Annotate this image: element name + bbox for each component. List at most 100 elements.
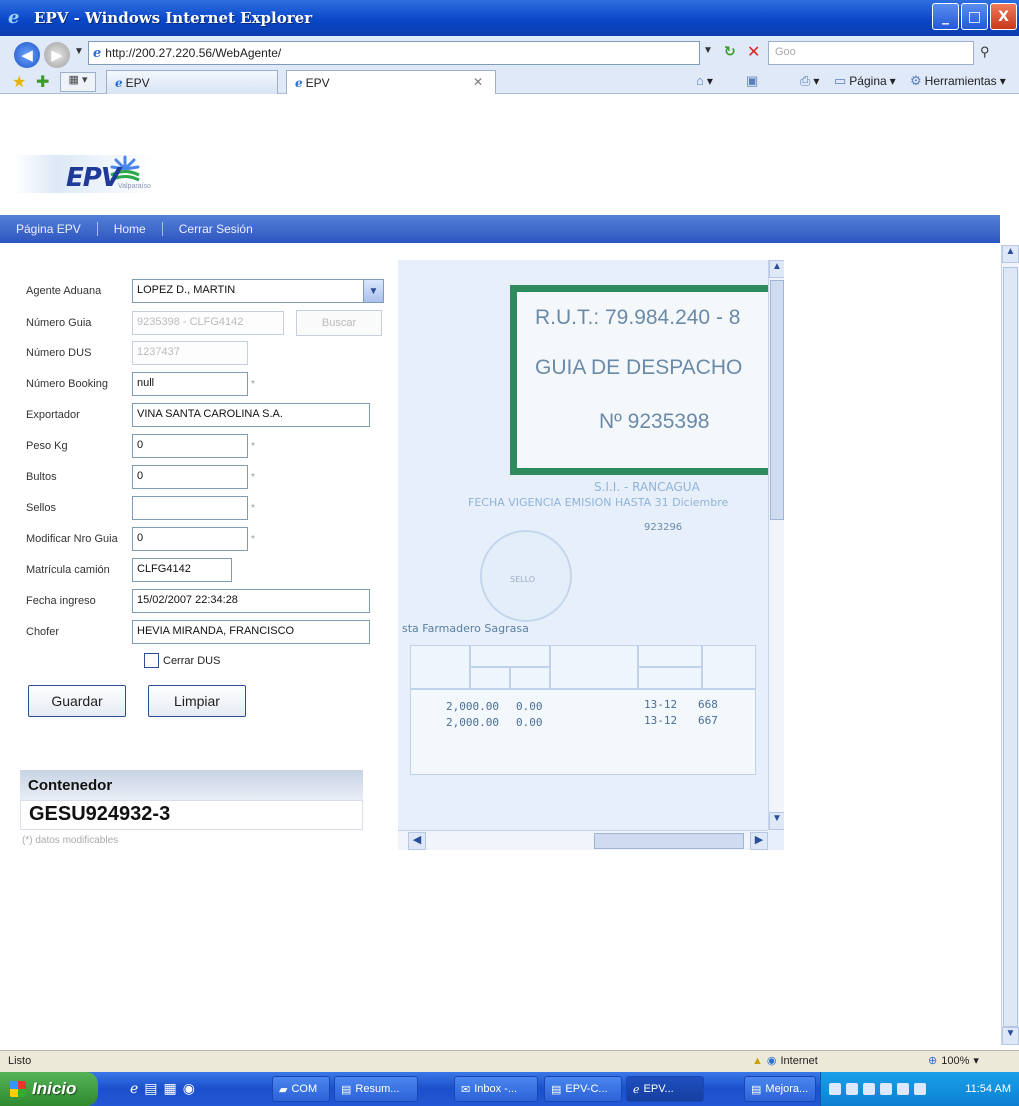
task-resum[interactable]: ▤ Resum...	[334, 1076, 418, 1102]
tray-volume-icon[interactable]	[863, 1083, 875, 1095]
document-rut: R.U.T.: 79.984.240 - 8	[535, 306, 741, 329]
lock-icon: ▲	[752, 1054, 763, 1067]
nav-pagina-epv[interactable]: Página EPV	[0, 222, 98, 236]
address-input[interactable]: e http://200.27.220.56/WebAgente/	[88, 41, 700, 65]
task-epv-c[interactable]: ▤ EPV-C...	[544, 1076, 622, 1102]
back-button[interactable]: ◀	[14, 42, 40, 68]
scroll-thumb[interactable]	[770, 280, 784, 520]
tray-update-icon[interactable]	[897, 1083, 909, 1095]
favorites-star-icon[interactable]: ★	[12, 72, 26, 92]
label-exportador: Exportador	[26, 409, 80, 421]
page-menu-label: Página	[849, 74, 887, 88]
document-vigencia: FECHA VIGENCIA EMISION HASTA 31 Diciembr…	[468, 496, 729, 509]
task-inbox[interactable]: ✉ Inbox -...	[454, 1076, 538, 1102]
address-dropdown-icon[interactable]: ▼	[703, 45, 713, 56]
contenedor-value: GESU924932-3	[20, 800, 363, 830]
doc-icon: ▤	[341, 1083, 352, 1096]
tray-network-icon[interactable]	[829, 1083, 841, 1095]
zoom-control[interactable]: ⊕ 100% ▾	[928, 1054, 979, 1068]
mail-icon: ✉	[461, 1083, 471, 1096]
numero-dus-field: 1237437	[132, 341, 248, 365]
tray-antivirus-icon[interactable]	[880, 1083, 892, 1095]
bultos-input[interactable]: 0	[132, 465, 248, 489]
guardar-button[interactable]: Guardar	[28, 685, 126, 717]
scroll-right-icon[interactable]: ▶	[750, 832, 768, 850]
task-label: Mejora...	[765, 1083, 809, 1095]
agente-aduana-select[interactable]: LOPEZ D., MARTIN ▼	[132, 279, 384, 303]
security-zone[interactable]: ▲ ◉ Internet	[752, 1054, 818, 1068]
task-epv[interactable]: ℯ EPV...	[626, 1076, 704, 1102]
document-row-num: 667	[698, 714, 718, 727]
scroll-up-icon[interactable]: ▲	[769, 260, 784, 278]
viewer-vertical-scrollbar[interactable]: ▲ ▼	[768, 260, 784, 830]
feeds-button[interactable]: ▣	[746, 73, 758, 89]
home-button[interactable]: ⌂ ▾	[696, 73, 713, 88]
scroll-up-icon[interactable]: ▲	[1002, 245, 1019, 263]
site-logo[interactable]: EPV	[66, 163, 121, 193]
viewer-horizontal-scrollbar[interactable]: ◀ ▶	[398, 830, 768, 850]
tab-epv-1[interactable]: e EPV	[106, 70, 278, 94]
media-quicklaunch-icon[interactable]: ◉	[183, 1080, 195, 1097]
scroll-down-icon[interactable]: ▼	[1002, 1027, 1019, 1045]
start-button[interactable]: Inicio	[0, 1072, 98, 1106]
chofer-field[interactable]: HEVIA MIRANDA, FRANCISCO	[132, 620, 370, 644]
tray-messenger-icon[interactable]	[914, 1083, 926, 1095]
task-label: Inbox -...	[474, 1083, 518, 1095]
tools-menu[interactable]: ⚙ Herramientas ▾	[910, 73, 1006, 89]
numero-booking-input[interactable]: null	[132, 372, 248, 396]
nav-home[interactable]: Home	[98, 222, 163, 236]
cerrar-dus-label: Cerrar DUS	[163, 654, 221, 667]
stop-icon[interactable]: ✕	[747, 42, 760, 61]
scroll-thumb[interactable]	[1003, 267, 1018, 1027]
task-mejora[interactable]: ▤ Mejora...	[744, 1076, 816, 1102]
refresh-icon[interactable]: ↻	[724, 44, 736, 60]
windows-flag-icon	[10, 1081, 26, 1097]
minimize-button[interactable]: _	[932, 3, 959, 30]
history-dropdown-icon[interactable]: ▼	[74, 46, 84, 57]
add-favorites-icon[interactable]: ✚	[36, 72, 49, 92]
modificar-nro-guia-input[interactable]: 0	[132, 527, 248, 551]
task-label: EPV...	[643, 1083, 674, 1095]
ie-quicklaunch-icon[interactable]: ℯ	[130, 1080, 138, 1097]
tab-epv-2[interactable]: e EPV ✕	[286, 70, 496, 94]
nav-cerrar-sesion[interactable]: Cerrar Sesión	[163, 222, 269, 236]
peso-kg-input[interactable]: 0	[132, 434, 248, 458]
page-menu[interactable]: ▭ Página ▾	[834, 73, 896, 89]
exportador-field[interactable]: VINA SANTA CAROLINA S.A.	[132, 403, 370, 427]
label-modificar-nro-guia: Modificar Nro Guia	[26, 533, 118, 545]
scroll-thumb[interactable]	[594, 833, 744, 849]
address-toolbar: ◀ ▶ ▼ e http://200.27.220.56/WebAgente/ …	[0, 36, 1019, 94]
document-viewer[interactable]: R.U.T.: 79.984.240 - 8 GUIA DE DESPACHO …	[398, 260, 784, 850]
desktop-quicklaunch-icon[interactable]: ▦	[164, 1080, 177, 1097]
label-sellos: Sellos	[26, 502, 56, 514]
quick-tabs-button[interactable]: ▦ ▾	[60, 72, 96, 92]
chevron-down-icon: ▼	[363, 280, 383, 302]
search-input[interactable]: Goo	[768, 41, 974, 65]
label-chofer: Chofer	[26, 626, 60, 638]
matricula-camion-field[interactable]: CLFG4142	[132, 558, 232, 582]
clock[interactable]: 11:54 AM	[965, 1083, 1011, 1095]
maximize-button[interactable]: □	[961, 3, 988, 30]
close-button[interactable]: X	[990, 3, 1017, 30]
close-tab-icon[interactable]: ✕	[473, 75, 483, 89]
task-label: Resum...	[355, 1083, 400, 1095]
required-mark: *	[251, 471, 255, 483]
cerrar-dus-checkbox[interactable]	[144, 653, 159, 668]
folder-quicklaunch-icon[interactable]: ▤	[144, 1080, 157, 1097]
print-button[interactable]: ⎙ ▾	[800, 73, 819, 89]
window-title: EPV - Windows Internet Explorer	[34, 9, 313, 27]
search-icon[interactable]: ⚲	[980, 44, 990, 60]
tab-page-icon: e	[295, 75, 303, 90]
sellos-input[interactable]	[132, 496, 248, 520]
fecha-ingreso-field[interactable]: 15/02/2007 22:34:28	[132, 589, 370, 613]
required-mark: *	[251, 440, 255, 452]
site-header: EPV Valparaíso	[0, 95, 1000, 215]
page-vertical-scrollbar[interactable]: ▲ ▼	[1001, 245, 1019, 1045]
tray-security-icon[interactable]	[846, 1083, 858, 1095]
limpiar-button[interactable]: Limpiar	[148, 685, 246, 717]
task-com[interactable]: ▰ COM	[272, 1076, 330, 1102]
scroll-down-icon[interactable]: ▼	[769, 812, 784, 830]
status-text: Listo	[8, 1055, 32, 1067]
forward-button[interactable]: ▶	[44, 42, 70, 68]
scroll-left-icon[interactable]: ◀	[408, 832, 426, 850]
